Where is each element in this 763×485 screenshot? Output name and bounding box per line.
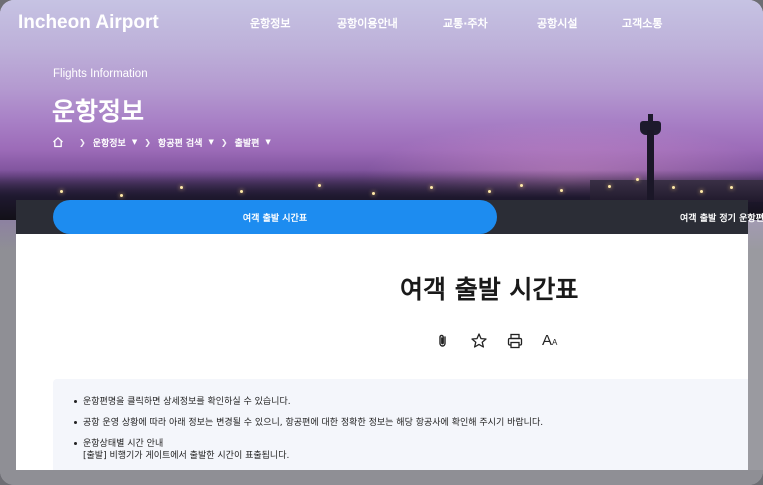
browser-window: Incheon Airport 운항정보 공항이용안내 교통·주차 공항시설 고…: [0, 0, 763, 485]
city-light: [120, 194, 123, 197]
tab-departure-scheduled[interactable]: 여객 출발 정기 운항편: [680, 211, 763, 224]
notice-item: 공항 운영 상황에 따라 아래 정보는 변경될 수 있으니, 항공편에 대한 정…: [73, 417, 544, 429]
chevron-right-icon: ❯: [144, 137, 151, 147]
tab-departure-timetable[interactable]: 여객 출발 시간표: [53, 200, 497, 234]
breadcrumb-label: 운항정보: [92, 138, 126, 149]
home-icon[interactable]: [52, 136, 64, 148]
nav-item-airport-guide[interactable]: 공항이용안내: [337, 15, 398, 31]
notice-text: 운항상태별 시간 안내: [83, 439, 164, 449]
link-icon[interactable]: [434, 332, 452, 350]
font-size-label-large: A: [542, 332, 553, 349]
city-light: [520, 184, 523, 187]
breadcrumb-item-departures[interactable]: 출발편 ▼: [235, 136, 271, 149]
page-tools: [0, 330, 763, 352]
nav-item-transport-parking[interactable]: 교통·주차: [443, 15, 488, 31]
breadcrumb-label: 항공편 검색: [157, 138, 203, 149]
hero-banner: Incheon Airport 운항정보 공항이용안내 교통·주차 공항시설 고…: [0, 0, 763, 220]
font-size-icon[interactable]: AA: [542, 332, 557, 349]
city-light: [730, 186, 733, 189]
breadcrumb-item-flights[interactable]: 운항정보 ▼: [93, 136, 138, 149]
notice-subtext: [출발] 비행기가 게이트에서 출발한 시간이 표출됩니다.: [83, 451, 290, 461]
city-light: [318, 184, 321, 187]
terminal-building: [590, 180, 763, 202]
city-light: [700, 190, 703, 193]
city-light: [430, 186, 433, 189]
city-light: [240, 190, 243, 193]
city-light: [608, 185, 611, 188]
star-icon[interactable]: [470, 332, 488, 350]
window-frame-bottom: [0, 470, 763, 485]
breadcrumb-label: 출발편: [234, 138, 260, 149]
main-nav: 운항정보 공항이용안내 교통·주차 공항시설 고객소통: [0, 15, 763, 31]
city-light: [636, 178, 639, 181]
city-light: [60, 190, 63, 193]
breadcrumb: ❯ 운항정보 ▼ ❯ 항공편 검색 ▼ ❯ 출발편 ▼: [52, 135, 271, 149]
control-tower-shaft: [647, 130, 654, 200]
font-size-label-small: A: [552, 338, 558, 347]
notice-item: 운항편명을 클릭하면 상세정보를 확인하실 수 있습니다.: [73, 396, 543, 408]
caret-down-icon: ▼: [131, 138, 138, 146]
caret-down-icon: ▼: [208, 138, 214, 146]
notice-list: 운항편명을 클릭하면 상세정보를 확인하실 수 있습니다. 공항 운영 상황에 …: [73, 396, 544, 471]
city-light: [180, 186, 183, 189]
hero-title: 운항정보: [52, 97, 145, 126]
city-light: [488, 190, 491, 193]
print-icon[interactable]: [506, 332, 524, 350]
caret-down-icon: ▼: [265, 138, 271, 146]
notice-text: 운항편명을 클릭하면 상세정보를 확인하실 수 있습니다.: [83, 397, 291, 407]
city-light: [672, 186, 675, 189]
chevron-right-icon: ❯: [220, 137, 228, 147]
breadcrumb-item-flight-search[interactable]: 항공편 검색 ▼: [158, 136, 214, 149]
page-title: 여객 출발 시간표: [400, 275, 579, 304]
notice-item: 운항상태별 시간 안내 [출발] 비행기가 게이트에서 출발한 시간이 표출됩니…: [73, 438, 543, 462]
notice-box: 운항편명을 클릭하면 상세정보를 확인하실 수 있습니다. 공항 운영 상황에 …: [53, 379, 748, 470]
city-light: [372, 192, 375, 195]
hero-subtitle: Flights Information: [53, 68, 148, 80]
nav-item-customer[interactable]: 고객소통: [622, 15, 662, 31]
notice-text: 공항 운영 상황에 따라 아래 정보는 변경될 수 있으니, 항공편에 대한 정…: [83, 418, 544, 428]
chevron-right-icon: ❯: [79, 137, 86, 147]
city-light: [560, 189, 563, 192]
nav-item-facilities[interactable]: 공항시설: [537, 15, 577, 31]
nav-item-flights[interactable]: 운항정보: [250, 15, 290, 31]
